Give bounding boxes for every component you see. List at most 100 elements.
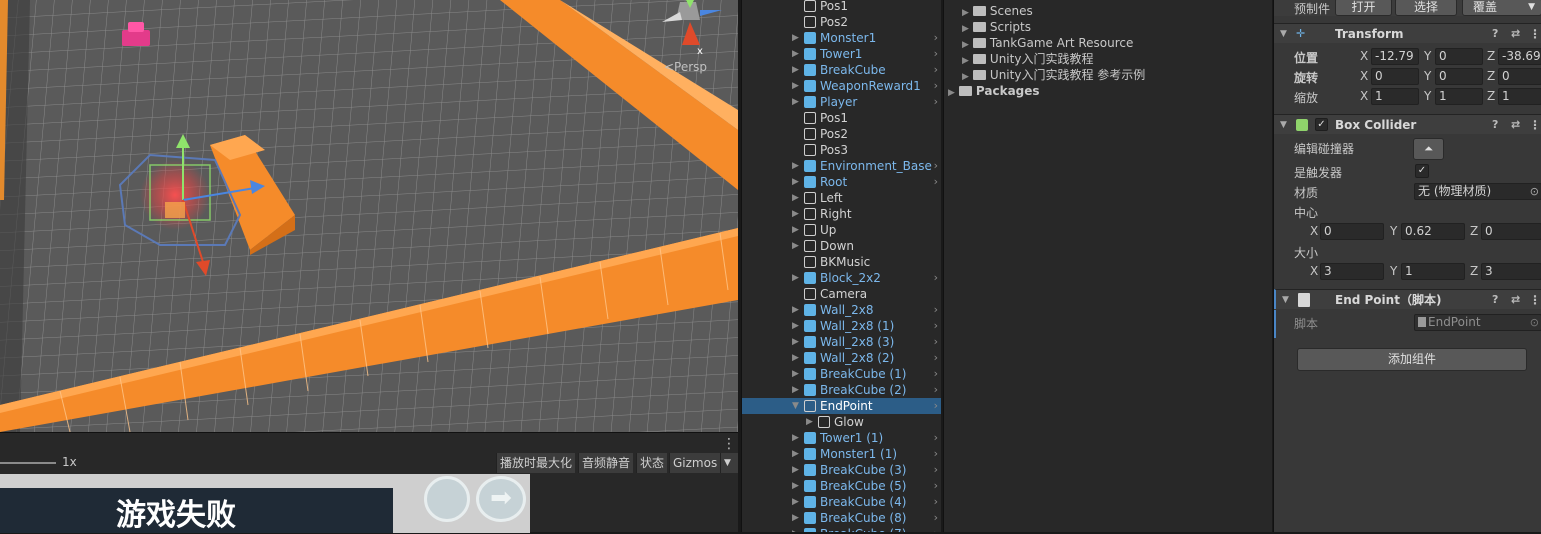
hierarchy-item[interactable]: Camera bbox=[742, 286, 941, 302]
object-picker-icon[interactable]: ⊙ bbox=[1530, 184, 1539, 199]
open-prefab-chevron-icon[interactable]: › bbox=[934, 334, 938, 350]
hierarchy-item[interactable]: ▶ Wall_2x8 › bbox=[742, 302, 941, 318]
rotation-y-field[interactable]: 0 bbox=[1435, 68, 1483, 85]
project-panel[interactable]: ▶ Scenes ▶ Scripts ▶ TankGame Art Resource … bbox=[943, 0, 1272, 532]
expand-arrow-icon[interactable]: ▶ bbox=[792, 174, 802, 190]
add-component-button[interactable]: 添加组件 bbox=[1297, 348, 1527, 371]
preset-icon[interactable]: ⇄ bbox=[1511, 115, 1520, 135]
hierarchy-item[interactable]: ▶ Block_2x2 › bbox=[742, 270, 941, 286]
scale-z-field[interactable]: 1 bbox=[1498, 88, 1541, 105]
expand-arrow-icon[interactable]: ▶ bbox=[792, 46, 802, 62]
center-y-field[interactable]: 0.62 bbox=[1401, 223, 1465, 240]
scene-view[interactable]: x <Persp bbox=[0, 0, 738, 432]
hierarchy-item[interactable]: ▶ BreakCube (5) › bbox=[742, 478, 941, 494]
expand-arrow-icon[interactable]: ▶ bbox=[792, 494, 802, 510]
hierarchy-item[interactable]: ▶ WeaponReward1 › bbox=[742, 78, 941, 94]
material-field[interactable]: 无 (物理材质) ⊙ bbox=[1414, 183, 1541, 200]
open-prefab-chevron-icon[interactable]: › bbox=[934, 94, 938, 110]
hierarchy-item[interactable]: Pos1 bbox=[742, 0, 941, 14]
hierarchy-item[interactable]: ▶ BreakCube (2) › bbox=[742, 382, 941, 398]
help-icon[interactable]: ? bbox=[1492, 24, 1498, 44]
folder-unity-tutorial[interactable]: ▶ Unity入门实践教程 bbox=[962, 51, 1093, 67]
expand-arrow-icon[interactable]: ▶ bbox=[792, 78, 802, 94]
hierarchy-item[interactable]: ▶ BreakCube (1) › bbox=[742, 366, 941, 382]
rotation-x-field[interactable]: 0 bbox=[1371, 68, 1419, 85]
expand-arrow-icon[interactable]: ▶ bbox=[792, 510, 802, 526]
box-collider-header[interactable]: ▼ ✓ Box Collider ? ⇄ ⋮ bbox=[1274, 114, 1541, 134]
maximize-on-play-button[interactable]: 播放时最大化 bbox=[496, 453, 576, 473]
expand-arrow-icon[interactable]: ▶ bbox=[792, 62, 802, 78]
hierarchy-item[interactable]: ▶ BreakCube (3) › bbox=[742, 462, 941, 478]
hierarchy-panel[interactable]: Pos1 Pos2 ▶ Monster1 › ▶ Tower1 › ▶ BreakCube › ▶ We… bbox=[741, 0, 941, 532]
expand-arrow-icon[interactable]: ▶ bbox=[792, 318, 802, 334]
hierarchy-item[interactable]: ▶ Player › bbox=[742, 94, 941, 110]
end-point-header[interactable]: ▼ End Point（脚本) ? ⇄ ⋮ bbox=[1274, 289, 1541, 309]
expand-arrow-icon[interactable]: ▶ bbox=[792, 94, 802, 110]
open-prefab-chevron-icon[interactable]: › bbox=[934, 478, 938, 494]
rotation-z-field[interactable]: 0 bbox=[1498, 68, 1541, 85]
position-z-field[interactable]: -38.69 bbox=[1498, 48, 1541, 65]
scale-slider[interactable] bbox=[0, 462, 56, 464]
hierarchy-item[interactable]: ▶ Wall_2x8 (2) › bbox=[742, 350, 941, 366]
open-prefab-chevron-icon[interactable]: › bbox=[934, 78, 938, 94]
mute-audio-button[interactable]: 音频静音 bbox=[578, 453, 634, 473]
expand-arrow-icon[interactable]: ▶ bbox=[792, 30, 802, 46]
open-prefab-chevron-icon[interactable]: › bbox=[934, 302, 938, 318]
hierarchy-item[interactable]: ▶ BreakCube (7) › bbox=[742, 526, 941, 532]
game-view[interactable]: ⋮ 1x 播放时最大化 音频静音 状态 Gizmos ▼ 游戏失败 ➡ bbox=[0, 432, 738, 533]
game-arrow-button-icon[interactable]: ➡ bbox=[476, 476, 526, 522]
folder-scripts[interactable]: ▶ Scripts bbox=[962, 19, 1031, 35]
open-prefab-chevron-icon[interactable]: › bbox=[934, 366, 938, 382]
enabled-checkbox[interactable]: ✓ bbox=[1315, 118, 1328, 131]
expand-arrow-icon[interactable]: ▶ bbox=[792, 462, 802, 478]
hierarchy-item[interactable]: ▶ BreakCube › bbox=[742, 62, 941, 78]
prefab-open-button[interactable]: 打开 bbox=[1335, 0, 1392, 16]
gizmos-button[interactable]: Gizmos bbox=[669, 453, 721, 473]
hierarchy-item[interactable]: ▶ Glow bbox=[742, 414, 941, 430]
folder-packages[interactable]: ▶ Packages bbox=[948, 83, 1040, 99]
prefab-select-button[interactable]: 选择 bbox=[1395, 0, 1457, 16]
center-x-field[interactable]: 0 bbox=[1320, 223, 1384, 240]
open-prefab-chevron-icon[interactable]: › bbox=[934, 270, 938, 286]
hierarchy-item[interactable]: ▶ Root › bbox=[742, 174, 941, 190]
more-options-icon[interactable]: ⋮ bbox=[1529, 24, 1541, 44]
is-trigger-checkbox[interactable]: ✓ bbox=[1415, 164, 1429, 178]
hierarchy-item[interactable]: ▼ EndPoint › bbox=[742, 398, 941, 414]
game-button-icon[interactable] bbox=[424, 476, 470, 522]
game-render[interactable]: 游戏失败 ➡ bbox=[0, 474, 530, 533]
expand-arrow-icon[interactable]: ▶ bbox=[792, 526, 802, 532]
persp-label[interactable]: <Persp bbox=[664, 60, 707, 74]
size-y-field[interactable]: 1 bbox=[1401, 263, 1465, 280]
expand-arrow-icon[interactable]: ▶ bbox=[962, 24, 969, 34]
hierarchy-item[interactable]: ▶ Left bbox=[742, 190, 941, 206]
open-prefab-chevron-icon[interactable]: › bbox=[934, 46, 938, 62]
expand-arrow-icon[interactable]: ▶ bbox=[792, 190, 802, 206]
open-prefab-chevron-icon[interactable]: › bbox=[934, 430, 938, 446]
scale-y-field[interactable]: 1 bbox=[1435, 88, 1483, 105]
open-prefab-chevron-icon[interactable]: › bbox=[934, 494, 938, 510]
open-prefab-chevron-icon[interactable]: › bbox=[934, 30, 938, 46]
preset-icon[interactable]: ⇄ bbox=[1511, 290, 1520, 310]
folder-tankgame-art[interactable]: ▶ TankGame Art Resource bbox=[962, 35, 1133, 51]
open-prefab-chevron-icon[interactable]: › bbox=[934, 174, 938, 190]
expand-arrow-icon[interactable]: ▶ bbox=[792, 158, 802, 174]
preset-icon[interactable]: ⇄ bbox=[1511, 24, 1520, 44]
hierarchy-item[interactable]: ▶ Tower1 (1) › bbox=[742, 430, 941, 446]
folder-unity-tutorial-example[interactable]: ▶ Unity入门实践教程 参考示例 bbox=[962, 67, 1145, 83]
expand-arrow-icon[interactable]: ▶ bbox=[792, 366, 802, 382]
expand-arrow-icon[interactable]: ▶ bbox=[948, 88, 955, 98]
open-prefab-chevron-icon[interactable]: › bbox=[934, 62, 938, 78]
transform-header[interactable]: ▼ ✛ Transform ? ⇄ ⋮ bbox=[1274, 23, 1541, 43]
hierarchy-item[interactable]: ▶ Wall_2x8 (1) › bbox=[742, 318, 941, 334]
open-prefab-chevron-icon[interactable]: › bbox=[934, 350, 938, 366]
open-prefab-chevron-icon[interactable]: › bbox=[934, 398, 938, 414]
expand-arrow-icon[interactable]: ▶ bbox=[792, 446, 802, 462]
expand-arrow-icon[interactable]: ▶ bbox=[792, 302, 802, 318]
open-prefab-chevron-icon[interactable]: › bbox=[934, 446, 938, 462]
hierarchy-item[interactable]: Pos2 bbox=[742, 14, 941, 30]
center-z-field[interactable]: 0 bbox=[1481, 223, 1541, 240]
collapse-arrow-icon[interactable]: ▼ bbox=[1280, 24, 1287, 44]
collapse-arrow-icon[interactable]: ▼ bbox=[1282, 290, 1289, 310]
hierarchy-item[interactable]: ▶ Up bbox=[742, 222, 941, 238]
expand-arrow-icon[interactable]: ▶ bbox=[792, 238, 802, 254]
